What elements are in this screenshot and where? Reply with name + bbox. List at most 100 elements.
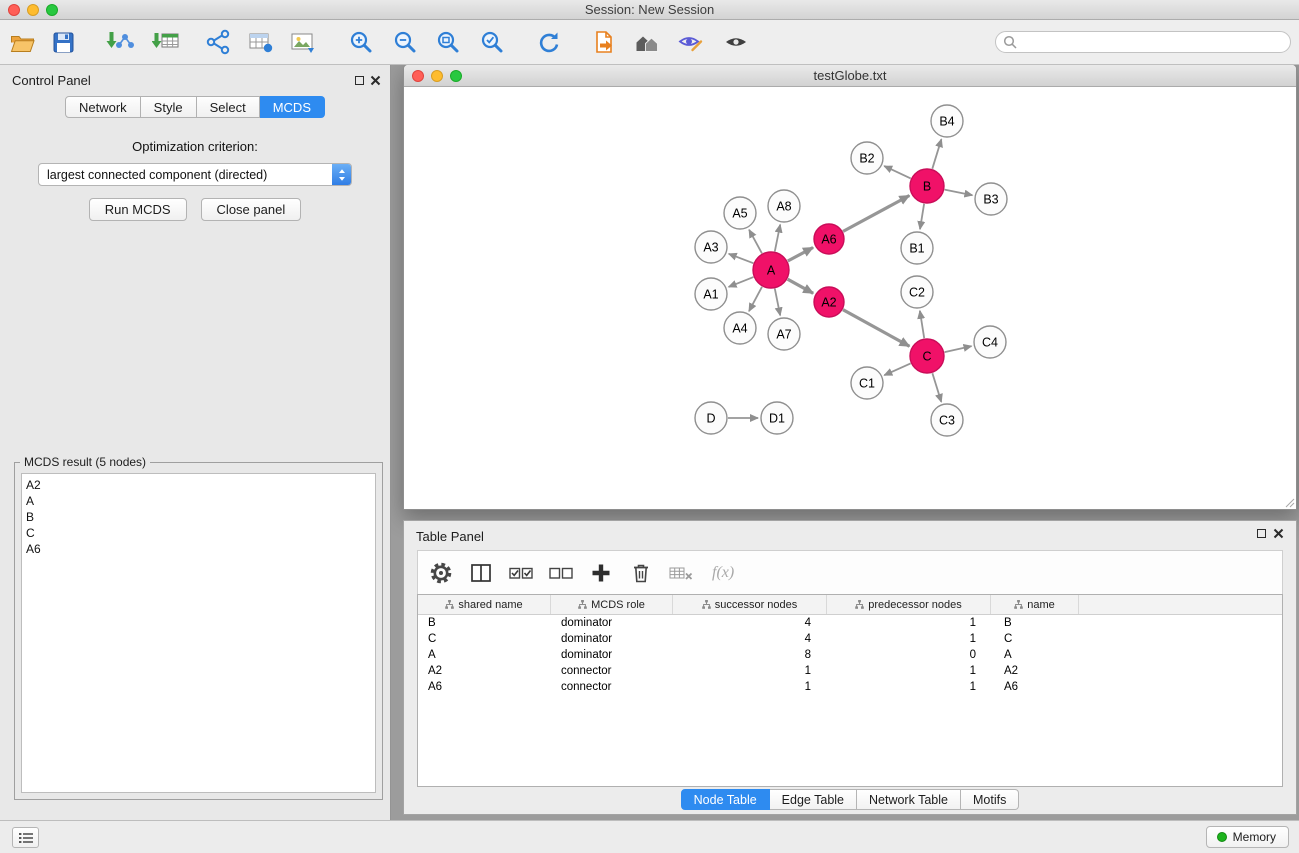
mcds-result-item[interactable]: B <box>26 509 375 525</box>
graph-node-B3[interactable]: B3 <box>975 183 1007 215</box>
function-builder-button[interactable]: f(x) <box>708 564 734 582</box>
graph-edge-B-B3[interactable] <box>945 190 973 196</box>
zoom-in-button[interactable] <box>344 25 378 59</box>
graph-node-A2[interactable]: A2 <box>814 287 844 317</box>
network-zoom-button[interactable] <box>450 70 462 82</box>
graph-node-A5[interactable]: A5 <box>724 197 756 229</box>
add-row-button[interactable] <box>588 560 614 586</box>
tab-edge-table[interactable]: Edge Table <box>770 789 857 810</box>
graph-edge-A-A2[interactable] <box>788 279 814 293</box>
graph-edge-A-A4[interactable] <box>749 287 762 311</box>
graph-node-D1[interactable]: D1 <box>761 402 793 434</box>
float-table-panel-icon[interactable] <box>1257 529 1266 538</box>
import-table-button[interactable] <box>149 25 183 59</box>
table-settings-button[interactable] <box>428 560 454 586</box>
mcds-result-item[interactable]: A2 <box>26 477 375 493</box>
dropdown-stepper[interactable] <box>332 163 351 186</box>
graph-node-C3[interactable]: C3 <box>931 404 963 436</box>
run-mcds-button[interactable]: Run MCDS <box>89 198 187 221</box>
graph-edge-B-B4[interactable] <box>932 139 941 169</box>
graph-edge-A-A1[interactable] <box>729 277 754 287</box>
graph-node-B2[interactable]: B2 <box>851 142 883 174</box>
tab-select[interactable]: Select <box>197 96 260 118</box>
table-row[interactable]: A6connector11A6 <box>418 679 1282 695</box>
network-close-button[interactable] <box>412 70 424 82</box>
graph-edge-A-A3[interactable] <box>729 254 754 263</box>
graph-edge-C-C2[interactable] <box>920 311 924 338</box>
show-hide-panel-button[interactable] <box>719 25 753 59</box>
tab-motifs[interactable]: Motifs <box>961 789 1019 810</box>
memory-button[interactable]: Memory <box>1206 826 1289 848</box>
column-header-successor-nodes[interactable]: successor nodes <box>673 595 827 614</box>
graph-node-C1[interactable]: C1 <box>851 367 883 399</box>
graph-node-C4[interactable]: C4 <box>974 326 1006 358</box>
graph-edge-B-B2[interactable] <box>884 166 911 178</box>
network-graph[interactable]: B4B2BB3A5A8A6B1A3AC2A1A2A4A7C4CC1C3DD1 <box>404 87 1296 509</box>
table-row[interactable]: A2connector11A2 <box>418 663 1282 679</box>
close-panel-button[interactable]: Close panel <box>201 198 302 221</box>
graph-edge-A-A7[interactable] <box>775 289 780 316</box>
close-table-panel-icon[interactable] <box>1273 528 1284 539</box>
close-panel-icon[interactable] <box>370 75 381 86</box>
save-session-button[interactable] <box>46 25 80 59</box>
network-canvas[interactable]: B4B2BB3A5A8A6B1A3AC2A1A2A4A7C4CC1C3DD1 <box>404 87 1296 509</box>
graph-node-A8[interactable]: A8 <box>768 190 800 222</box>
tab-network-table[interactable]: Network Table <box>857 789 961 810</box>
export-image-button[interactable] <box>286 25 320 59</box>
mcds-result-item[interactable]: A6 <box>26 541 375 557</box>
graph-node-B4[interactable]: B4 <box>931 105 963 137</box>
graph-node-B1[interactable]: B1 <box>901 232 933 264</box>
zoom-out-button[interactable] <box>388 25 422 59</box>
search-input[interactable] <box>1021 33 1290 51</box>
column-header-shared-name[interactable]: shared name <box>418 595 551 614</box>
tab-network[interactable]: Network <box>65 96 141 118</box>
deselect-all-rows-button[interactable] <box>548 560 574 586</box>
graph-node-A4[interactable]: A4 <box>724 312 756 344</box>
graph-node-A1[interactable]: A1 <box>695 278 727 310</box>
graph-node-D[interactable]: D <box>695 402 727 434</box>
graph-edge-A-A5[interactable] <box>749 230 762 254</box>
network-minimize-button[interactable] <box>431 70 443 82</box>
graph-edge-A2-C[interactable] <box>843 310 910 347</box>
graphics-details-button[interactable] <box>673 25 707 59</box>
close-window-button[interactable] <box>8 4 20 16</box>
import-network-button[interactable] <box>103 25 137 59</box>
task-history-button[interactable] <box>12 827 39 848</box>
table-row[interactable]: Bdominator41B <box>418 615 1282 631</box>
column-header-name[interactable]: name <box>991 595 1079 614</box>
table-row[interactable]: Adominator80A <box>418 647 1282 663</box>
new-network-button[interactable] <box>201 25 235 59</box>
zoom-selected-button[interactable] <box>475 25 509 59</box>
network-window-titlebar[interactable]: testGlobe.txt <box>404 65 1296 87</box>
search-field[interactable] <box>995 31 1291 53</box>
graph-edge-A-A8[interactable] <box>775 225 780 252</box>
zoom-fit-button[interactable] <box>431 25 465 59</box>
home-networks-button[interactable] <box>630 25 664 59</box>
graph-node-A3[interactable]: A3 <box>695 231 727 263</box>
select-all-rows-button[interactable] <box>508 560 534 586</box>
zoom-window-button[interactable] <box>46 4 58 16</box>
tab-style[interactable]: Style <box>141 96 197 118</box>
column-header-mcds-role[interactable]: MCDS role <box>551 595 673 614</box>
column-header-predecessor-nodes[interactable]: name predecessor nodes <box>827 595 991 614</box>
graph-edge-A6-B[interactable] <box>843 196 909 232</box>
graph-node-A7[interactable]: A7 <box>768 318 800 350</box>
open-session-button[interactable] <box>5 25 39 59</box>
graph-edge-C-C1[interactable] <box>884 363 910 375</box>
open-document-button[interactable] <box>588 25 622 59</box>
tab-node-table[interactable]: Node Table <box>681 789 770 810</box>
graph-edge-C-C3[interactable] <box>932 373 941 402</box>
new-network-table-button[interactable] <box>243 25 277 59</box>
apply-layout-button[interactable] <box>531 25 565 59</box>
delete-rows-button[interactable] <box>628 560 654 586</box>
graph-node-A6[interactable]: A6 <box>814 224 844 254</box>
mcds-result-item[interactable]: C <box>26 525 375 541</box>
float-panel-icon[interactable] <box>355 76 364 85</box>
table-row[interactable]: Cdominator41C <box>418 631 1282 647</box>
resize-grip-icon[interactable] <box>1283 496 1295 508</box>
graph-node-A[interactable]: A <box>753 252 789 288</box>
graph-node-C2[interactable]: C2 <box>901 276 933 308</box>
minimize-window-button[interactable] <box>27 4 39 16</box>
delete-table-button[interactable] <box>668 560 694 586</box>
show-columns-button[interactable] <box>468 560 494 586</box>
